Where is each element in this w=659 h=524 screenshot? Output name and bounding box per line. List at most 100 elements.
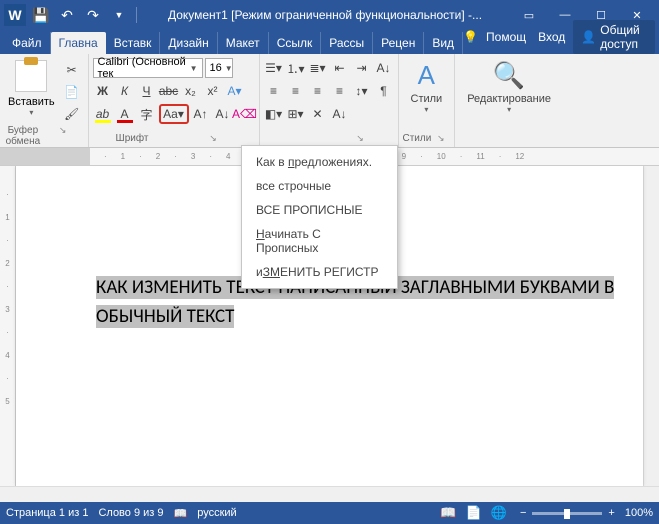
align-left-button[interactable]: ≡ [264, 81, 284, 101]
group-paragraph: ☰▾ ⒈▾ ≣▾ ⇤ ⇥ A↓ ≡ ≡ ≡ ≡ ↕▾ ¶ ◧▾ ⊞▾ [260, 54, 399, 147]
window-title: Документ1 [Режим ограниченной функционал… [139, 8, 511, 22]
bold-button[interactable]: Ж [93, 81, 113, 101]
tab-references[interactable]: Ссылк [269, 32, 322, 54]
shading-button[interactable]: ◧▾ [264, 104, 284, 124]
menu-capitalize[interactable]: Начинать С Прописных [242, 222, 397, 260]
ribbon: Вставить ▾ ✂ 📄 🖌 Буфер обмена↘ Calibri (… [0, 54, 659, 148]
menu-lowercase[interactable]: все строчные [242, 174, 397, 198]
horizontal-scrollbar[interactable] [0, 486, 659, 502]
copy-icon[interactable]: 📄 [61, 82, 83, 102]
status-words[interactable]: Слово 9 из 9 [98, 507, 163, 519]
zoom-level[interactable]: 100% [625, 507, 653, 519]
show-marks-button[interactable]: ¶ [374, 81, 394, 101]
vertical-ruler[interactable]: ·1·2·3·4·5 [0, 166, 16, 486]
print-layout-icon[interactable]: 📄 [466, 505, 482, 520]
bullets-button[interactable]: ☰▾ [264, 58, 284, 78]
ribbon-tabs: Файл Главна Вставк Дизайн Макет Ссылк Ра… [0, 30, 659, 54]
styles-button[interactable]: A Стили ▾ [403, 56, 451, 118]
group-editing: 🔍 Редактирование ▾ [455, 54, 563, 147]
statusbar: Страница 1 из 1 Слово 9 из 9 📖 русский 📖… [0, 502, 659, 524]
group-styles: A Стили ▾ Стили↘ [399, 54, 456, 147]
group-clipboard: Вставить ▾ ✂ 📄 🖌 Буфер обмена↘ [0, 54, 89, 147]
superscript-button[interactable]: x² [203, 81, 223, 101]
shrink-font-button[interactable]: A↓ [213, 104, 233, 124]
status-spellcheck-icon[interactable]: 📖 [174, 507, 188, 520]
increase-indent-button[interactable]: ⇥ [352, 58, 372, 78]
underline-button[interactable]: Ч [137, 81, 157, 101]
sort-button2[interactable]: A↓ [330, 104, 350, 124]
tab-review[interactable]: Рецен [373, 32, 424, 54]
sort-button[interactable]: A↓ [374, 58, 394, 78]
chevron-down-icon: ▼ [190, 64, 198, 73]
italic-button[interactable]: К [115, 81, 135, 101]
paste-button[interactable]: Вставить ▾ [4, 56, 59, 121]
tab-layout[interactable]: Макет [218, 32, 269, 54]
menu-uppercase[interactable]: ВСЕ ПРОПИСНЫЕ [242, 198, 397, 222]
qat-customize-icon[interactable]: ▼ [108, 4, 130, 26]
clipboard-launcher-icon[interactable]: ↘ [42, 125, 84, 147]
tell-me-icon[interactable]: 💡 [463, 30, 478, 44]
cut-icon[interactable]: ✂ [61, 60, 83, 80]
zoom-slider[interactable]: − + [520, 507, 615, 519]
find-icon: 🔍 [493, 60, 525, 91]
vertical-scrollbar[interactable] [643, 166, 659, 486]
tab-home[interactable]: Главна [51, 32, 106, 54]
word-icon[interactable]: W [4, 4, 26, 26]
align-center-button[interactable]: ≡ [286, 81, 306, 101]
change-case-menu: Как в предложениях. все строчные ВСЕ ПРО… [241, 145, 398, 289]
undo-icon[interactable]: ↶ [56, 4, 78, 26]
quick-access-toolbar: W 💾 ↶ ↷ ▼ [4, 4, 139, 26]
zoom-thumb[interactable] [564, 509, 570, 519]
tab-mailings[interactable]: Рассы [321, 32, 373, 54]
tab-view[interactable]: Вид [424, 32, 463, 54]
font-color-button[interactable]: A [115, 104, 135, 124]
menu-toggle-case[interactable]: иЗМЕНИТЬ РЕГИСТР [242, 260, 397, 284]
save-icon[interactable]: 💾 [30, 4, 52, 26]
line-spacing-button[interactable]: ↕▾ [352, 81, 372, 101]
tab-design[interactable]: Дизайн [160, 32, 217, 54]
highlight-color-button[interactable]: ab [93, 104, 113, 124]
format-painter-icon[interactable]: 🖌 [61, 104, 83, 124]
status-language[interactable]: русский [197, 507, 236, 519]
borders-button[interactable]: ⊞▾ [286, 104, 306, 124]
web-layout-icon[interactable]: 🌐 [491, 505, 507, 520]
text-effects-button[interactable]: A▾ [225, 81, 245, 101]
help-button[interactable]: Помощ [482, 28, 530, 46]
align-right-button[interactable]: ≡ [308, 81, 328, 101]
share-button[interactable]: 👤 Общий доступ [573, 20, 655, 54]
paste-icon [15, 60, 47, 92]
redo-icon[interactable]: ↷ [82, 4, 104, 26]
font-size-combo[interactable]: 16▼ [205, 58, 233, 78]
subscript-button[interactable]: x₂ [181, 81, 201, 101]
separator [136, 7, 137, 23]
strikethrough-button[interactable]: abc [159, 81, 179, 101]
person-icon: 👤 [581, 30, 596, 44]
styles-launcher-icon[interactable]: ↘ [431, 133, 450, 144]
styles-icon: A [418, 60, 435, 91]
multilevel-button[interactable]: ≣▾ [308, 58, 328, 78]
numbering-button[interactable]: ⒈▾ [286, 58, 306, 78]
font-launcher-icon[interactable]: ↘ [172, 133, 255, 144]
editing-button[interactable]: 🔍 Редактирование ▾ [459, 56, 559, 118]
read-mode-icon[interactable]: 📖 [440, 505, 456, 520]
grow-font-button[interactable]: A↑ [191, 104, 211, 124]
menu-sentence-case[interactable]: Как в предложениях. [242, 150, 397, 174]
tab-file[interactable]: Файл [4, 32, 51, 54]
enclose-button[interactable]: 字 [137, 104, 157, 124]
change-case-button[interactable]: Aa▾ [159, 104, 189, 124]
group-font: Calibri (Основной тек▼ 16▼ Ж К Ч abc x₂ … [89, 54, 260, 147]
justify-button[interactable]: ≡ [330, 81, 350, 101]
clear-formatting-button[interactable]: A⌫ [235, 104, 255, 124]
paragraph-launcher-icon[interactable]: ↘ [327, 133, 394, 144]
signin-button[interactable]: Вход [534, 28, 569, 46]
zoom-out-icon[interactable]: − [520, 507, 526, 519]
status-page[interactable]: Страница 1 из 1 [6, 507, 88, 519]
zoom-track[interactable] [532, 512, 602, 515]
view-controls: 📖 📄 🌐 [437, 505, 510, 521]
tab-insert[interactable]: Вставк [106, 32, 161, 54]
font-name-combo[interactable]: Calibri (Основной тек▼ [93, 58, 203, 78]
zoom-in-icon[interactable]: + [608, 507, 614, 519]
decrease-indent-button[interactable]: ⇤ [330, 58, 350, 78]
chevron-down-icon: ▼ [225, 64, 233, 73]
asian-layout-button[interactable]: ✕ [308, 104, 328, 124]
